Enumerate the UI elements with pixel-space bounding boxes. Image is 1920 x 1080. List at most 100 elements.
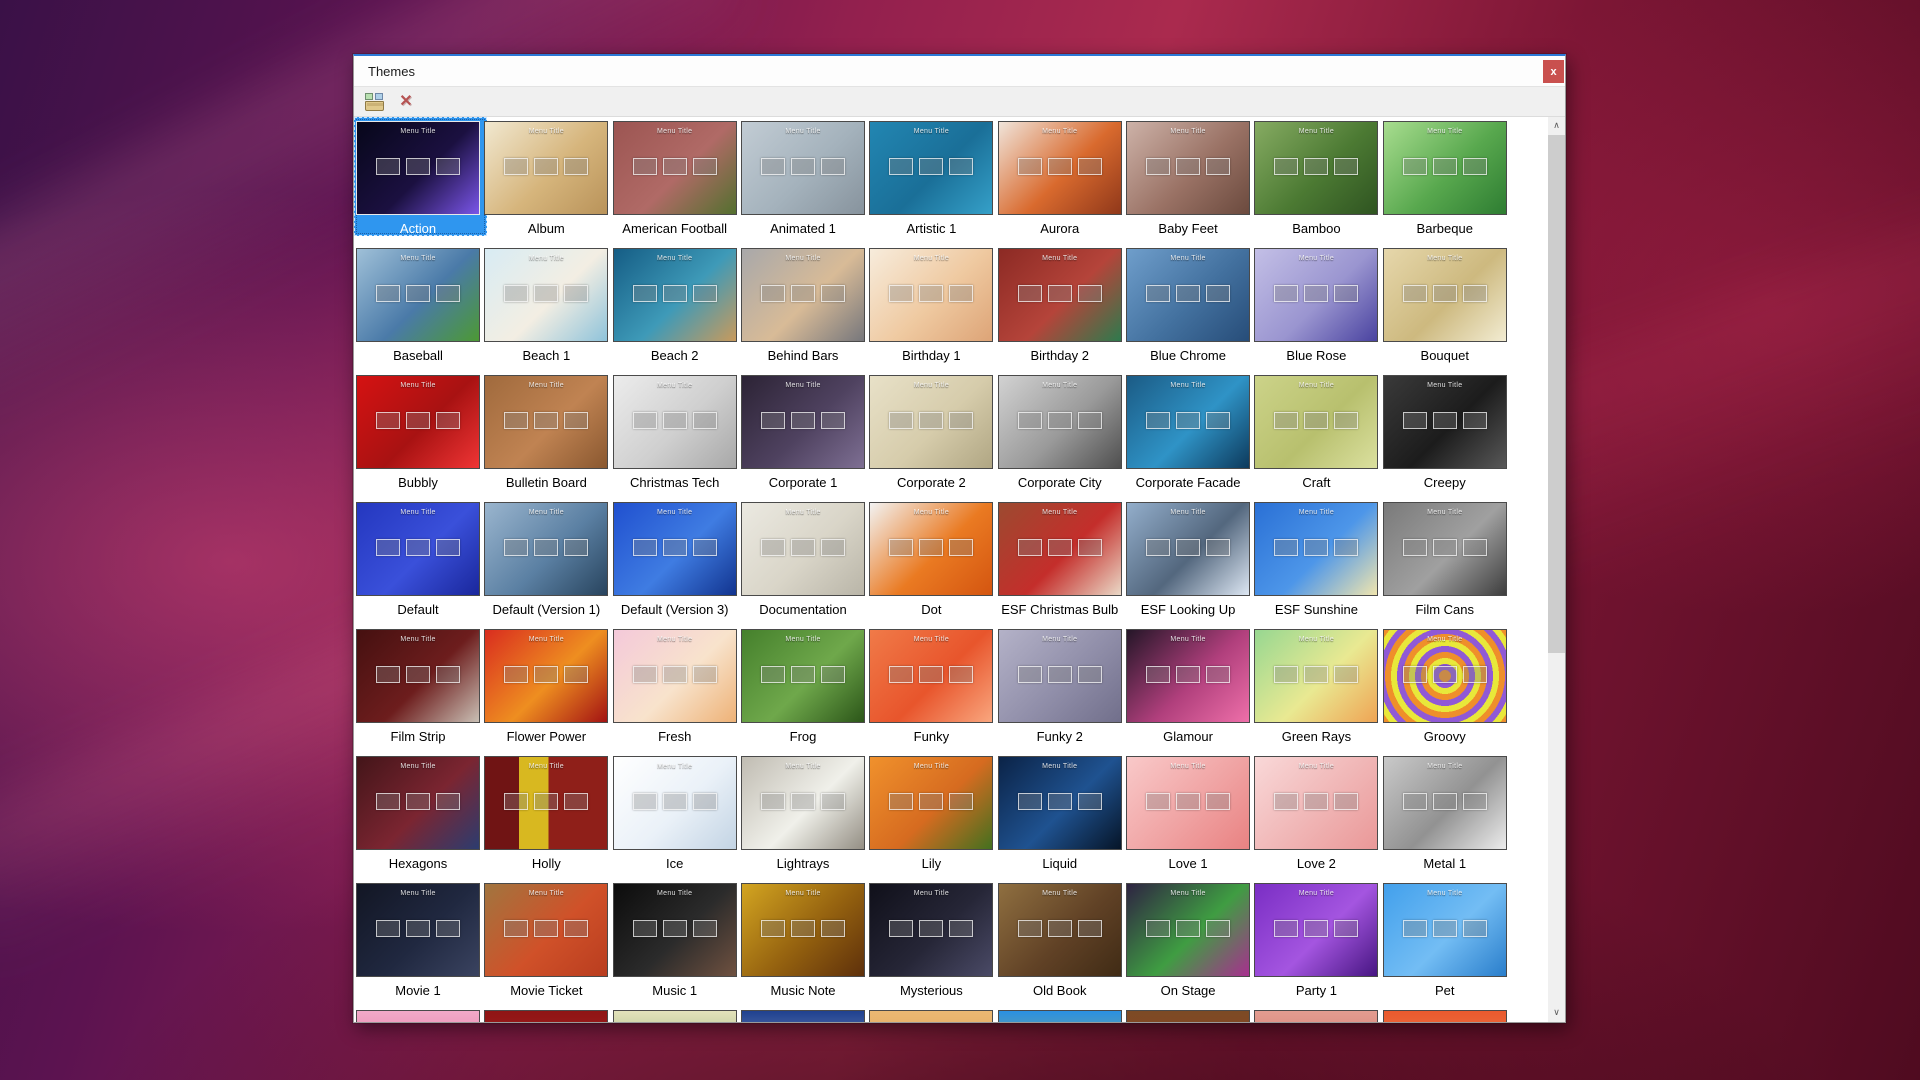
theme-tile[interactable]: Menu TitleBubbly — [356, 371, 484, 498]
theme-tile[interactable]: Menu TitleBeach 1 — [484, 244, 612, 371]
theme-tile[interactable]: Menu TitleESF Christmas Bulb — [998, 498, 1126, 625]
theme-tile[interactable]: Menu TitleCorporate City — [998, 371, 1126, 498]
delete-icon: ✕ — [399, 94, 412, 110]
theme-tile[interactable]: Menu TitleOld Book — [998, 879, 1126, 1006]
theme-tile[interactable]: Menu TitleBirthday 1 — [869, 244, 997, 371]
theme-tile[interactable]: Menu TitleLiquid — [998, 752, 1126, 879]
theme-tile[interactable]: Menu TitleBlue Chrome — [1126, 244, 1254, 371]
theme-tile[interactable]: Menu TitleChristmas Tech — [613, 371, 741, 498]
theme-tile[interactable]: Menu TitleGroovy — [1383, 625, 1511, 752]
theme-tile-partial[interactable] — [356, 1006, 484, 1022]
theme-tile[interactable]: Menu TitleFresh — [613, 625, 741, 752]
theme-tile[interactable]: Menu TitleArtistic 1 — [869, 117, 997, 244]
theme-tile[interactable]: Menu TitleCorporate 1 — [741, 371, 869, 498]
theme-tile[interactable]: Menu TitleAction — [356, 117, 484, 244]
theme-tile[interactable]: Menu TitleDocumentation — [741, 498, 869, 625]
theme-tile[interactable]: Menu TitleAnimated 1 — [741, 117, 869, 244]
close-button[interactable]: x — [1543, 60, 1564, 83]
theme-tile[interactable]: Menu TitleMovie Ticket — [484, 879, 612, 1006]
dialog-titlebar[interactable]: Themes x — [354, 56, 1565, 87]
theme-tile[interactable]: Menu TitleBarbeque — [1383, 117, 1511, 244]
thumb-frames — [1403, 539, 1487, 556]
theme-tile[interactable]: Menu TitleCorporate Facade — [1126, 371, 1254, 498]
theme-tile-partial[interactable] — [484, 1006, 612, 1022]
theme-thumbnail: Menu Title — [869, 883, 993, 977]
theme-tile[interactable]: Menu Title American Football — [613, 117, 741, 244]
theme-tile-partial[interactable] — [741, 1006, 869, 1022]
theme-tile[interactable]: Menu TitleMusic 1 — [613, 879, 741, 1006]
theme-tile[interactable]: Menu TitleDefault (Version 1) — [484, 498, 612, 625]
theme-tile[interactable]: Menu TitleMetal 1 — [1383, 752, 1511, 879]
thumb-frame — [663, 793, 687, 810]
theme-tile[interactable]: Menu TitleBaseball — [356, 244, 484, 371]
scrollbar-thumb[interactable] — [1548, 135, 1565, 653]
theme-tile[interactable]: Menu TitleGreen Rays — [1254, 625, 1382, 752]
thumb-frame — [761, 285, 785, 302]
theme-tile[interactable]: Menu TitleHolly — [484, 752, 612, 879]
thumb-menu-title-text: Menu Title — [1127, 382, 1249, 389]
theme-tile[interactable]: Menu TitleDefault — [356, 498, 484, 625]
theme-tile-partial[interactable] — [869, 1006, 997, 1022]
theme-tile[interactable]: Menu TitleBulletin Board — [484, 371, 612, 498]
theme-tile[interactable]: Menu TitleCraft — [1254, 371, 1382, 498]
thumb-frames — [1403, 285, 1487, 302]
theme-tile[interactable]: Menu TitleAlbum — [484, 117, 612, 244]
thumb-frame — [1176, 285, 1200, 302]
theme-tile[interactable]: Menu TitleFunky 2 — [998, 625, 1126, 752]
theme-tile[interactable]: Menu TitleBamboo — [1254, 117, 1382, 244]
theme-tile[interactable]: Menu TitleOn Stage — [1126, 879, 1254, 1006]
apply-theme-button[interactable] — [363, 91, 385, 113]
thumb-frame — [1433, 920, 1457, 937]
theme-tile[interactable]: Menu TitleBouquet — [1383, 244, 1511, 371]
theme-tile[interactable]: Menu TitleMysterious — [869, 879, 997, 1006]
theme-tile[interactable]: Menu TitleBehind Bars — [741, 244, 869, 371]
theme-tile[interactable]: Menu TitleESF Sunshine — [1254, 498, 1382, 625]
theme-tile[interactable]: Menu TitleGlamour — [1126, 625, 1254, 752]
theme-tile[interactable]: Menu TitleIce — [613, 752, 741, 879]
theme-tile-partial[interactable] — [1383, 1006, 1511, 1022]
theme-tile[interactable]: Menu TitleLove 1 — [1126, 752, 1254, 879]
theme-tile[interactable]: Menu TitleBeach 2 — [613, 244, 741, 371]
theme-tile[interactable]: Menu TitleAurora — [998, 117, 1126, 244]
thumb-frames — [1274, 539, 1358, 556]
delete-theme-button[interactable]: ✕ — [395, 91, 417, 113]
theme-tile[interactable]: Menu TitleParty 1 — [1254, 879, 1382, 1006]
theme-tile[interactable]: Menu TitleLove 2 — [1254, 752, 1382, 879]
thumb-frame — [1274, 666, 1298, 683]
theme-tile[interactable]: Menu TitleFunky — [869, 625, 997, 752]
theme-tile[interactable]: Menu TitleFilm Strip — [356, 625, 484, 752]
thumb-menu-title-text: Menu Title — [742, 636, 864, 643]
theme-tile[interactable]: Menu TitleMusic Note — [741, 879, 869, 1006]
thumb-frame — [693, 666, 717, 683]
theme-tile[interactable]: Menu TitleBirthday 2 — [998, 244, 1126, 371]
theme-tile[interactable]: Menu TitleCreepy — [1383, 371, 1511, 498]
theme-tile[interactable]: Menu TitleFrog — [741, 625, 869, 752]
theme-tile[interactable]: Menu TitleFlower Power — [484, 625, 612, 752]
theme-label: Lily — [869, 856, 993, 871]
theme-tile[interactable]: Menu TitleBaby Feet — [1126, 117, 1254, 244]
scroll-down-button[interactable]: ∨ — [1548, 1004, 1565, 1021]
thumb-frames — [1146, 158, 1230, 175]
thumb-frames — [1018, 412, 1102, 429]
theme-tile-partial[interactable] — [1126, 1006, 1254, 1022]
theme-tile[interactable]: Menu TitleHexagons — [356, 752, 484, 879]
theme-tile-partial[interactable] — [613, 1006, 741, 1022]
theme-tile[interactable]: Menu TitlePet — [1383, 879, 1511, 1006]
theme-tile[interactable]: Menu TitleBlue Rose — [1254, 244, 1382, 371]
theme-tile-partial[interactable] — [1254, 1006, 1382, 1022]
thumb-frame — [1304, 793, 1328, 810]
theme-thumbnail: Menu Title — [613, 121, 737, 215]
theme-tile[interactable]: Menu TitleFilm Cans — [1383, 498, 1511, 625]
theme-tile[interactable]: Menu TitleDot — [869, 498, 997, 625]
theme-tile-partial[interactable] — [998, 1006, 1126, 1022]
theme-tile[interactable]: Menu TitleESF Looking Up — [1126, 498, 1254, 625]
theme-tile[interactable]: Menu TitleMovie 1 — [356, 879, 484, 1006]
theme-tile[interactable]: Menu TitleDefault (Version 3) — [613, 498, 741, 625]
theme-label: Pet — [1383, 983, 1507, 998]
theme-tile[interactable]: Menu TitleCorporate 2 — [869, 371, 997, 498]
scroll-up-button[interactable]: ∧ — [1548, 117, 1565, 134]
vertical-scrollbar[interactable]: ∧ ∨ — [1548, 117, 1565, 1022]
theme-label: American Football — [613, 221, 737, 236]
theme-tile[interactable]: Menu TitleLightrays — [741, 752, 869, 879]
theme-tile[interactable]: Menu TitleLily — [869, 752, 997, 879]
